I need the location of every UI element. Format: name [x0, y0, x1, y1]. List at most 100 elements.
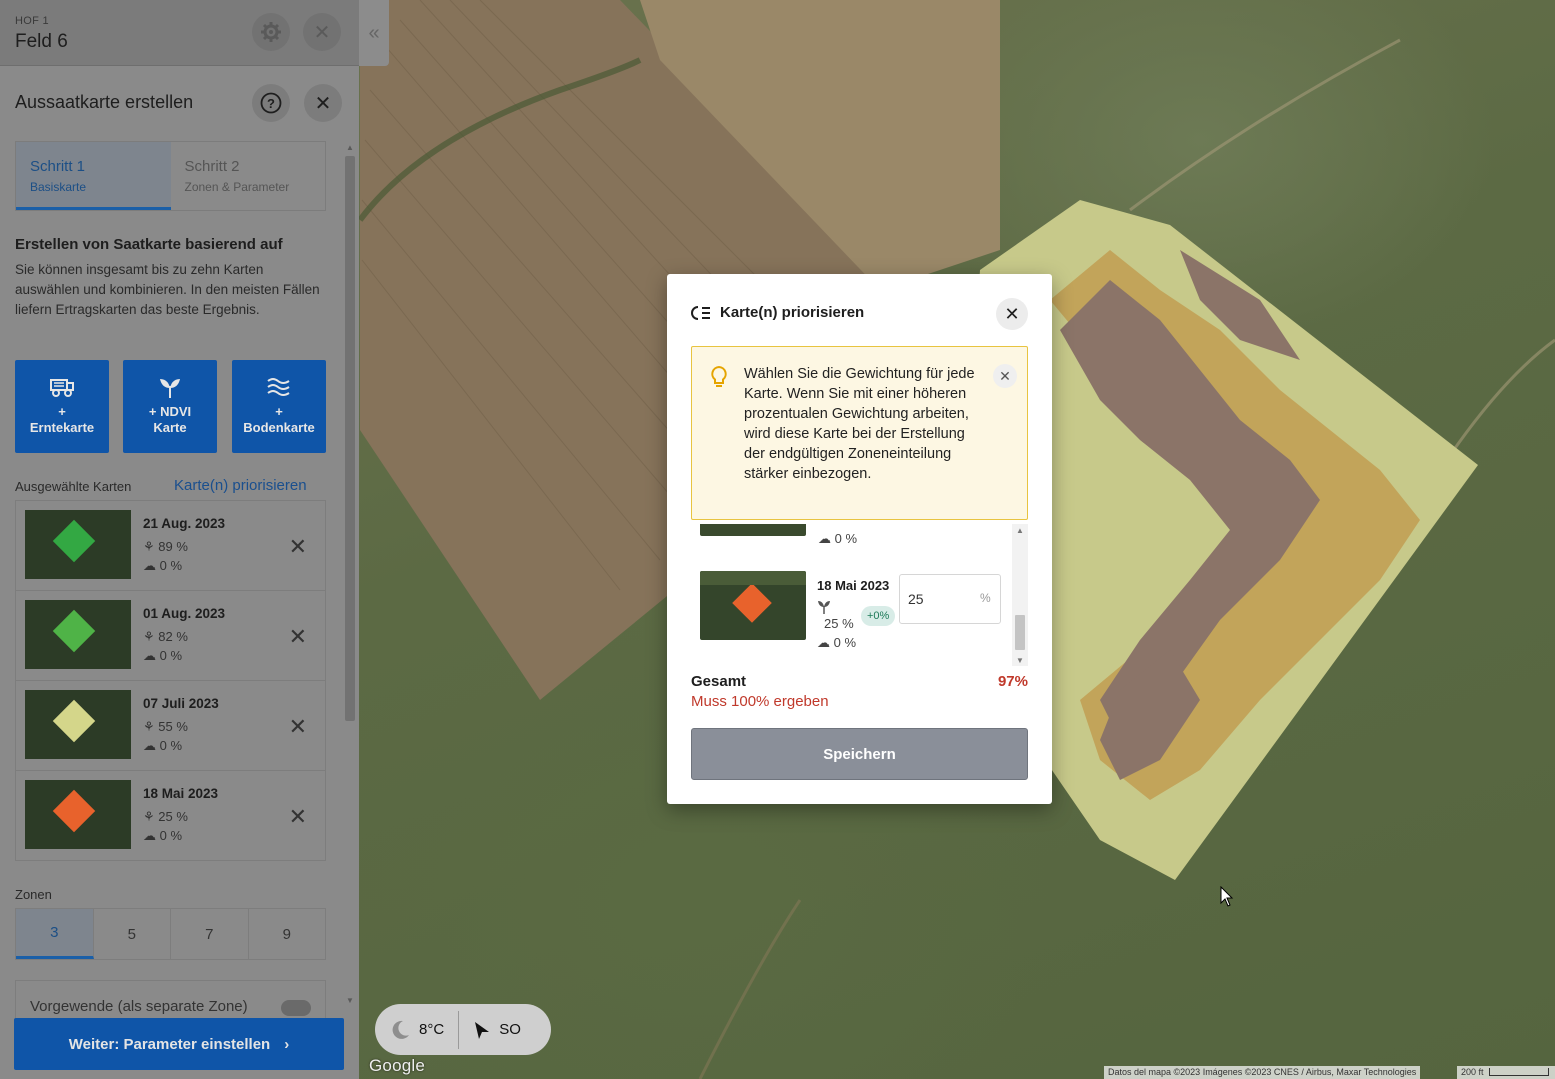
cloud-icon: ☁	[818, 531, 831, 546]
ndvi-value: ⚘ 55 %	[143, 719, 188, 735]
scroll-down-icon[interactable]: ▼	[1012, 656, 1028, 665]
cloud-text: 0 %	[159, 648, 183, 663]
soil-waves-icon	[267, 378, 290, 396]
settings-button[interactable]	[252, 13, 290, 51]
help-button[interactable]: ?	[252, 84, 290, 122]
headland-option[interactable]: Vorgewende (als separate Zone)	[15, 980, 326, 1020]
cloud-coverage: ☁ 0 %	[817, 635, 856, 651]
dialog-header: Karte(n) priorisieren	[691, 304, 864, 321]
close-icon: ✕	[288, 534, 307, 559]
panel-title: Aussaatkarte erstellen	[15, 92, 194, 112]
add-button-line2: Erntekarte	[29, 420, 95, 435]
cloud-text: 0 %	[159, 738, 183, 753]
close-icon: ✕	[288, 714, 307, 739]
cloud-value: 0 %	[833, 635, 857, 650]
dismiss-info-button[interactable]: ✕	[993, 364, 1017, 388]
field-header: HOF 1 Feld 6 ✕	[0, 0, 359, 66]
lightbulb-icon	[711, 365, 727, 387]
scroll-thumb[interactable]	[1015, 615, 1025, 650]
map-date: 18 Mai 2023	[817, 578, 890, 593]
field-patch	[52, 789, 96, 833]
scale-label: 200 ft	[1461, 1067, 1484, 1077]
scroll-thumb[interactable]	[345, 156, 355, 721]
headland-toggle[interactable]	[281, 1000, 311, 1016]
scale-bar	[1489, 1068, 1549, 1076]
selected-map-card[interactable]: 18 Mai 2023 ⚘ 25 % ☁ 0 % ✕	[16, 771, 325, 861]
scroll-up-icon[interactable]: ▲	[345, 143, 355, 152]
ndvi-text: 55 %	[158, 719, 188, 734]
close-icon: ✕	[1004, 303, 1020, 324]
ndvi-value: ⚘ 89 %	[143, 539, 188, 555]
add-button-line1: +	[58, 404, 66, 419]
ndvi-text: 25 %	[158, 809, 188, 824]
close-icon: ✕	[288, 804, 307, 829]
next-button-label: Weiter: Parameter einstellen	[68, 1035, 271, 1053]
info-text: Wählen Sie die Gewichtung für jede Karte…	[744, 366, 975, 482]
add-harvest-map-button[interactable]: + Erntekarte	[15, 360, 109, 453]
zone-option[interactable]: 7	[171, 909, 249, 959]
cloud-coverage: ☁ 0 %	[818, 531, 857, 547]
map-date: 01 Aug. 2023	[143, 606, 226, 621]
harvester-icon	[50, 379, 74, 397]
step-sub: Basiskarte	[30, 180, 87, 194]
gear-icon	[261, 22, 281, 42]
add-button-line1: + NDVI	[148, 404, 192, 419]
scroll-up-icon[interactable]: ▲	[1012, 526, 1028, 535]
prioritize-maps-link[interactable]: Karte(n) priorisieren	[174, 477, 307, 494]
temperature-segment: 8°C	[375, 1004, 458, 1055]
field-title: Feld 6	[15, 31, 68, 52]
add-button-line2: Karte	[153, 420, 187, 435]
close-dialog-button[interactable]: ✕	[996, 298, 1028, 330]
total-label: Gesamt	[691, 673, 747, 690]
dialog-title: Karte(n) priorisieren	[720, 304, 865, 321]
add-button-line1: +	[275, 404, 283, 419]
total-error-hint: Muss 100% ergeben	[691, 693, 829, 710]
sidebar-scrollbar[interactable]: ▲ ▼	[343, 141, 357, 1007]
change-badge: +0%	[861, 606, 896, 626]
step-name: Schritt 1	[30, 158, 86, 175]
moon-icon	[392, 1020, 409, 1039]
zone-option[interactable]: 9	[249, 909, 326, 959]
ndvi-value: ⚘ 82 %	[143, 629, 188, 645]
sidebar: HOF 1 Feld 6 ✕ Aussaatkarte erstellen ? …	[0, 0, 359, 1079]
collapse-sidebar-button[interactable]: «	[359, 0, 389, 66]
remove-map-button[interactable]: ✕	[289, 534, 307, 560]
selected-maps-list: 21 Aug. 2023 ⚘ 89 % ☁ 0 % ✕ 01 Aug. 2023 ⚘ 82…	[15, 500, 326, 861]
remove-map-button[interactable]: ✕	[289, 624, 307, 650]
cloud-coverage: ☁ 0 %	[143, 648, 182, 664]
sprout-icon	[160, 379, 180, 398]
map-thumbnail	[25, 690, 131, 759]
zone-option[interactable]: 5	[94, 909, 171, 959]
remove-map-button[interactable]: ✕	[289, 714, 307, 740]
tab-step-2[interactable]: Schritt 2 Zonen & Parameter	[171, 142, 326, 210]
selected-map-card[interactable]: 07 Juli 2023 ⚘ 55 % ☁ 0 % ✕	[16, 681, 325, 771]
zone-option[interactable]: 3	[16, 909, 94, 959]
scroll-down-icon[interactable]: ▼	[345, 996, 355, 1005]
add-button-line2: Bodenkarte	[243, 420, 315, 435]
map-thumbnail	[25, 600, 131, 669]
add-ndvi-map-button[interactable]: + NDVI Karte	[123, 360, 217, 453]
field-patch	[732, 583, 772, 623]
zone-selector: 3579	[15, 908, 326, 960]
selected-map-card[interactable]: 01 Aug. 2023 ⚘ 82 % ☁ 0 % ✕	[16, 591, 325, 681]
selected-map-card[interactable]: 21 Aug. 2023 ⚘ 89 % ☁ 0 % ✕	[16, 501, 325, 591]
cloud-icon: ☁	[143, 828, 156, 843]
save-button[interactable]: Speichern	[691, 728, 1028, 780]
remove-map-button[interactable]: ✕	[289, 804, 307, 830]
close-panel-button[interactable]: ✕	[304, 84, 342, 122]
close-field-button[interactable]: ✕	[303, 13, 341, 51]
step-tabs: Schritt 1 Basiskarte Schritt 2 Zonen & P…	[15, 141, 326, 211]
map-scale: 200 ft	[1457, 1066, 1555, 1079]
map-attribution[interactable]: Datos del mapa ©2023 Imágenes ©2023 CNES…	[1104, 1066, 1421, 1079]
ndvi-text: 89 %	[158, 539, 188, 554]
add-soil-map-button[interactable]: + Bodenkarte	[232, 360, 326, 453]
total-value: 97%	[997, 673, 1028, 690]
tab-step-1[interactable]: Schritt 1 Basiskarte	[16, 142, 171, 210]
ndvi-value: 25 %	[824, 616, 854, 631]
weather-widget[interactable]: 8°C SO	[375, 1004, 551, 1055]
wind-direction-icon	[475, 1021, 490, 1039]
temperature-value: 8°C	[419, 1021, 445, 1038]
weights-scrollbar[interactable]: ▲ ▼	[1012, 524, 1028, 666]
next-parameters-button[interactable]: Weiter: Parameter einstellen ›	[14, 1018, 344, 1070]
headland-label: Vorgewende (als separate Zone)	[30, 998, 248, 1015]
